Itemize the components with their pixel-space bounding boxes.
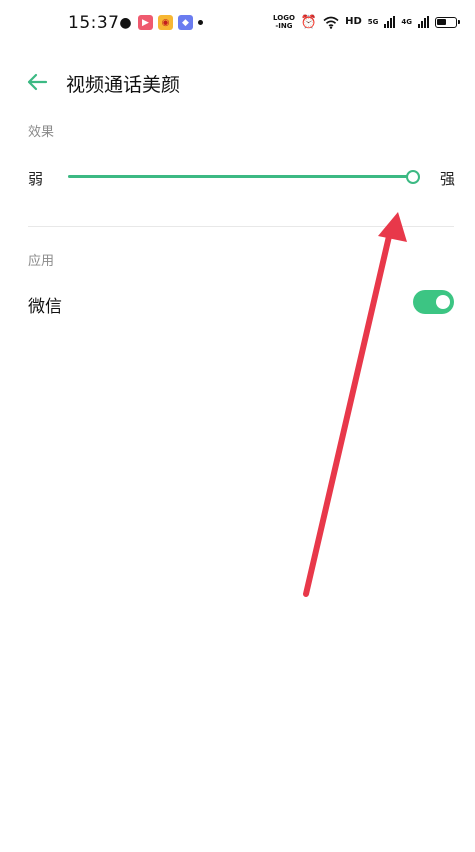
- section-divider: [28, 226, 454, 227]
- logo-ing-top: LOGO: [273, 14, 295, 22]
- page-title: 视频通话美颜: [66, 74, 181, 96]
- apps-section-label: 应用: [28, 254, 55, 269]
- signal-5g-label: 5G: [367, 17, 379, 26]
- signal-icon-1: [384, 16, 396, 28]
- notification-icons: ● ▶ ◉ ◆: [118, 14, 203, 31]
- weibo-icon: ◉: [158, 15, 173, 30]
- logo-ing-bottom: -ING: [275, 22, 293, 30]
- wechat-toggle-switch[interactable]: [413, 290, 454, 314]
- app-bar: 视频通话美颜: [0, 58, 475, 106]
- signal-icon-2: [418, 16, 429, 28]
- app-toggle-row-wechat[interactable]: 微信: [0, 282, 475, 322]
- signal-4g-label: 4G: [401, 17, 412, 26]
- logo-ing-icon: LOGO -ING: [273, 14, 295, 30]
- video-app-icon: ▶: [138, 15, 153, 30]
- system-icons: LOGO -ING ⏰ HD 5G 4G: [273, 14, 460, 30]
- slider-max-label: 强: [440, 170, 456, 188]
- app-icon: ◆: [178, 15, 193, 30]
- wechat-icon: ●: [119, 14, 132, 31]
- annotation-arrow: [303, 212, 407, 597]
- battery-icon: [435, 16, 460, 28]
- wifi-icon: [323, 16, 339, 29]
- slider-thumb[interactable]: [406, 170, 420, 184]
- hd-icon: HD: [345, 16, 362, 27]
- annotation-arrow-head: [378, 212, 407, 242]
- status-time: 15:37: [68, 13, 120, 33]
- beauty-strength-slider-row: 弱 强: [0, 160, 475, 194]
- effect-section-label: 效果: [28, 125, 55, 140]
- toggle-knob: [436, 295, 450, 309]
- app-toggle-label: 微信: [28, 297, 62, 317]
- alarm-icon: ⏰: [300, 14, 318, 30]
- beauty-strength-slider[interactable]: [68, 170, 420, 184]
- slider-fill: [68, 175, 413, 178]
- more-notifications-dot: [198, 20, 203, 25]
- arrow-left-icon[interactable]: [26, 72, 48, 92]
- slider-min-label: 弱: [28, 170, 44, 188]
- status-bar: 15:37 ● ▶ ◉ ◆ LOGO -ING ⏰ HD 5G 4G: [0, 0, 475, 48]
